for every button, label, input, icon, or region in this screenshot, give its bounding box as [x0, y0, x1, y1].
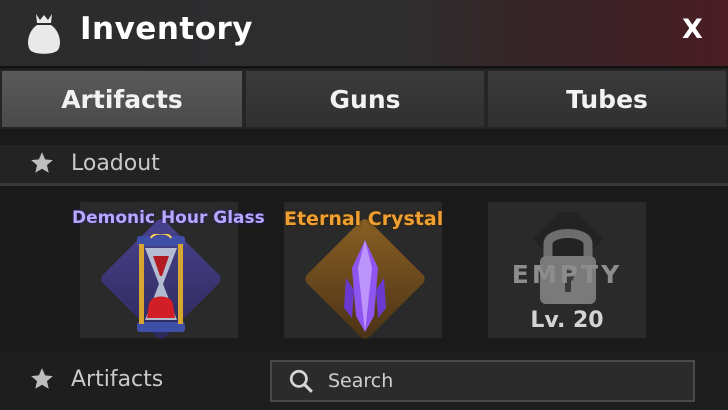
slot-2-name: Eternal Crystal [284, 208, 444, 230]
slot-3-status: EMPTY [511, 260, 623, 289]
artifacts-section-title: Artifacts [29, 366, 163, 392]
tab-guns[interactable]: Guns [244, 69, 486, 129]
crystal-icon [344, 240, 386, 332]
slot-1-name: Demonic Hour Glass [72, 208, 265, 228]
loadout-section-title: Loadout [29, 150, 160, 176]
loadout-slot-3-locked[interactable]: EMPTY Lv. 20 [486, 200, 648, 340]
search-placeholder: Search [328, 370, 394, 392]
star-icon [31, 152, 53, 173]
close-button[interactable]: X [682, 14, 703, 45]
slot-3-level: Lv. 20 [530, 308, 604, 333]
inventory-title: Inventory [80, 11, 254, 47]
search-icon [289, 369, 313, 393]
loadout-label: Loadout [71, 150, 160, 176]
loadout-slot-2[interactable]: Eternal Crystal [282, 200, 444, 342]
hourglass-icon [137, 234, 185, 332]
inventory-tabs: Artifacts Guns Tubes [0, 69, 728, 132]
star-icon [31, 368, 53, 389]
loadout-slot-1[interactable]: Demonic Hour Glass [72, 200, 265, 342]
tab-artifacts[interactable]: Artifacts [0, 69, 244, 129]
bag-icon [28, 14, 60, 54]
tab-tubes[interactable]: Tubes [486, 69, 728, 129]
artifacts-label: Artifacts [71, 366, 164, 392]
inventory-header: Inventory X [0, 0, 728, 68]
search-input[interactable]: Search [270, 360, 695, 402]
